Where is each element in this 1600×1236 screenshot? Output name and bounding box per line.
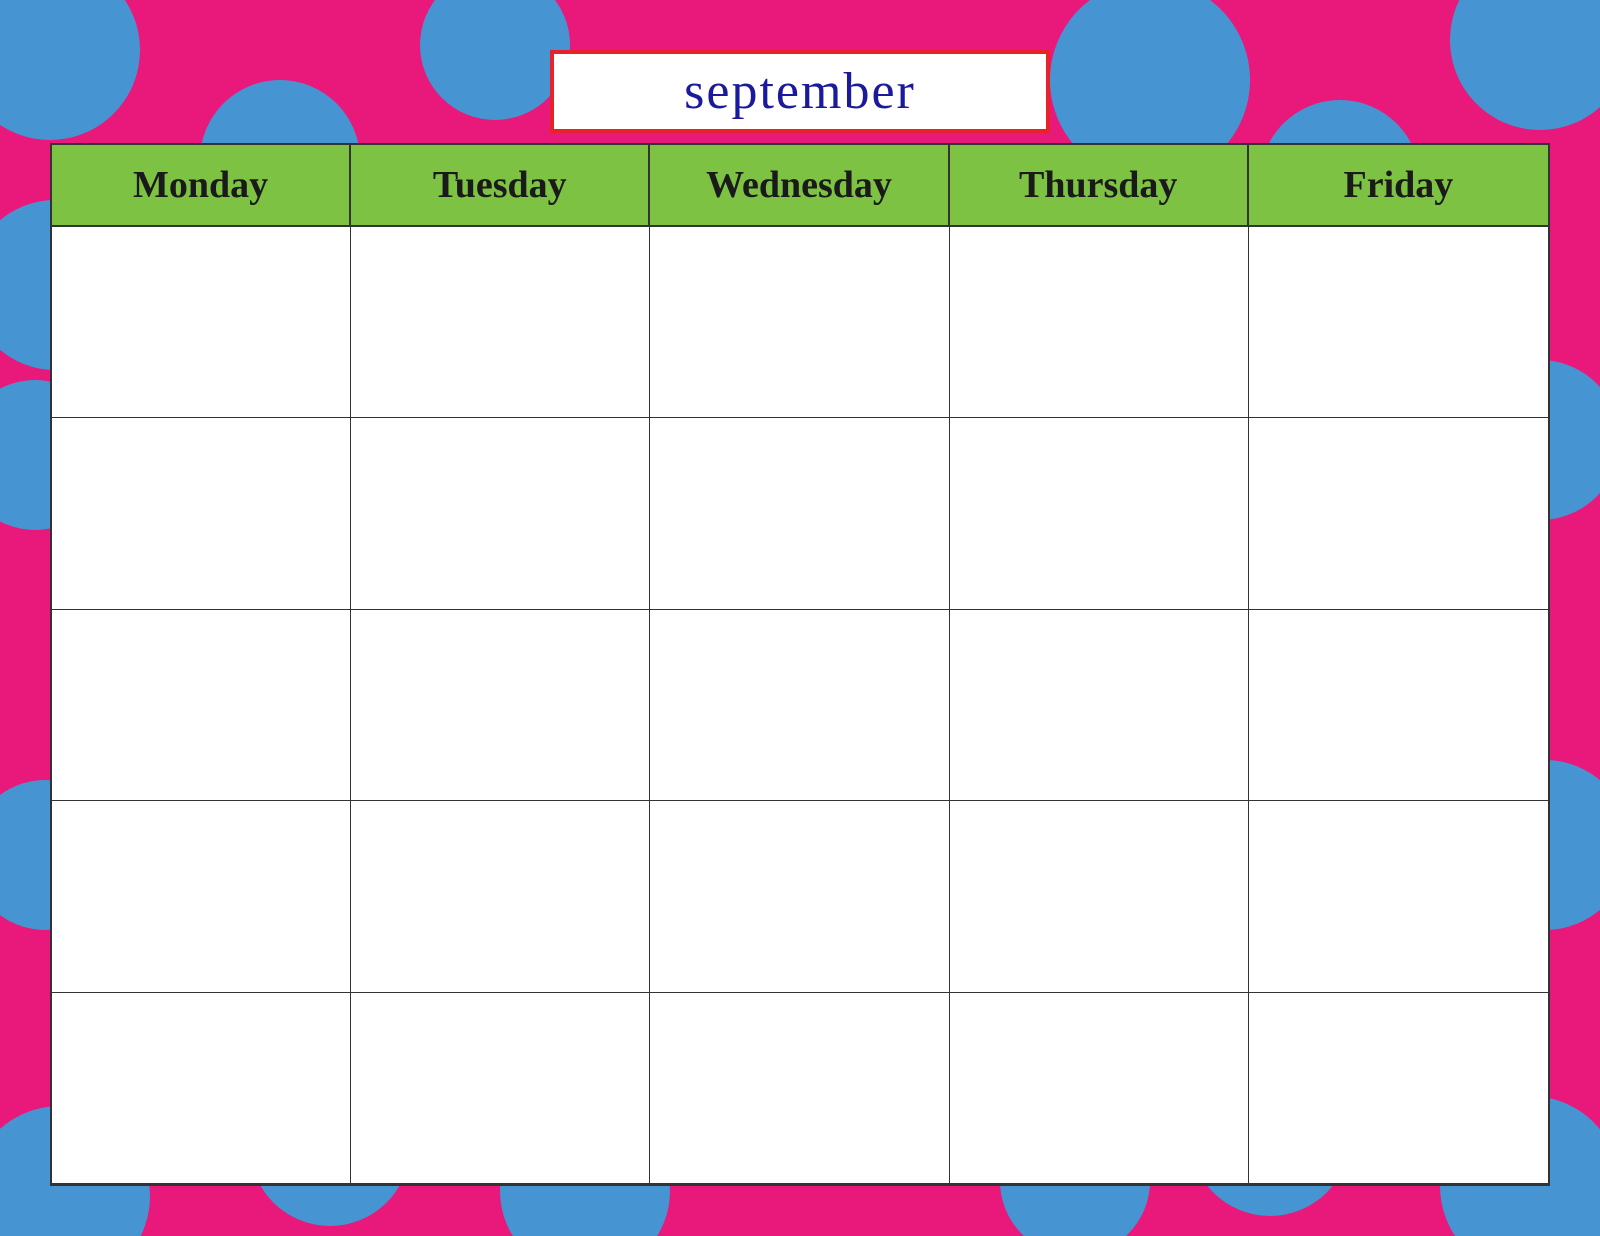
table-row[interactable] <box>351 418 650 609</box>
table-row[interactable] <box>351 993 650 1184</box>
table-row[interactable] <box>351 801 650 992</box>
table-row[interactable] <box>351 610 650 801</box>
calendar-grid <box>52 227 1548 1184</box>
title-box: september <box>550 50 1050 133</box>
table-row[interactable] <box>52 418 351 609</box>
page-wrapper: september Monday Tuesday Wednesday Thurs… <box>50 50 1550 1186</box>
table-row[interactable] <box>52 227 351 418</box>
table-row[interactable] <box>1249 801 1548 992</box>
table-row[interactable] <box>52 801 351 992</box>
table-row[interactable] <box>650 801 949 992</box>
table-row[interactable] <box>950 801 1249 992</box>
header-wednesday: Wednesday <box>650 145 949 225</box>
table-row[interactable] <box>650 227 949 418</box>
table-row[interactable] <box>1249 610 1548 801</box>
table-row[interactable] <box>950 610 1249 801</box>
calendar-container: Monday Tuesday Wednesday Thursday Friday <box>50 143 1550 1186</box>
table-row[interactable] <box>1249 227 1548 418</box>
table-row[interactable] <box>650 993 949 1184</box>
table-row[interactable] <box>351 227 650 418</box>
table-row[interactable] <box>1249 993 1548 1184</box>
header-thursday: Thursday <box>950 145 1249 225</box>
table-row[interactable] <box>950 227 1249 418</box>
header-monday: Monday <box>52 145 351 225</box>
table-row[interactable] <box>950 418 1249 609</box>
table-row[interactable] <box>950 993 1249 1184</box>
header-friday: Friday <box>1249 145 1548 225</box>
table-row[interactable] <box>650 418 949 609</box>
header-tuesday: Tuesday <box>351 145 650 225</box>
table-row[interactable] <box>52 993 351 1184</box>
table-row[interactable] <box>1249 418 1548 609</box>
month-title: september <box>684 63 916 120</box>
table-row[interactable] <box>650 610 949 801</box>
day-headers: Monday Tuesday Wednesday Thursday Friday <box>52 145 1548 227</box>
table-row[interactable] <box>52 610 351 801</box>
